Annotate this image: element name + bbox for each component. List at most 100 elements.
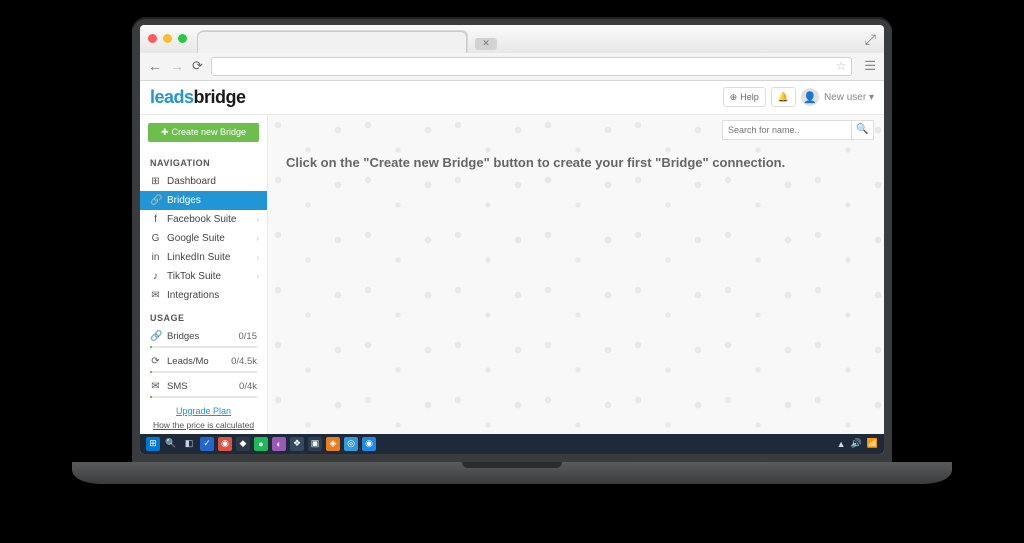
usage-bar (150, 371, 257, 373)
nav-integrations[interactable]: ✉ Integrations (140, 286, 267, 305)
main-content: 🔍 Click on the "Create new Bridge" butto… (268, 115, 884, 434)
facebook-icon: f (150, 214, 161, 225)
link-icon: 🔗 (150, 195, 161, 206)
nav-label: Integrations (167, 290, 219, 301)
nav-label: Facebook Suite (167, 214, 237, 225)
app-body: ✚ Create new Bridge NAVIGATION ⊞ Dashboa… (140, 115, 884, 434)
laptop-base (72, 462, 952, 484)
network-icon[interactable]: 📶 (867, 438, 878, 449)
nav-bridges[interactable]: 🔗 Bridges (140, 191, 267, 210)
search-input[interactable] (722, 120, 852, 140)
price-info-link[interactable]: How the price is calculated (140, 420, 267, 434)
bookmark-icon[interactable]: ☆ (836, 59, 847, 73)
search-button[interactable]: 🔍 (852, 120, 874, 140)
mail-icon: ✉ (150, 381, 161, 392)
notifications-button[interactable]: 🔔 (771, 87, 796, 107)
user-icon: 👤 (803, 91, 817, 104)
create-bridge-button[interactable]: ✚ Create new Bridge (148, 123, 259, 142)
fullscreen-icon[interactable]: ⤢ (865, 31, 876, 48)
system-tray: ▲ 🔊 📶 (837, 438, 878, 449)
bell-icon: 🔔 (778, 92, 789, 103)
chevron-right-icon: › (256, 234, 259, 243)
user-label: New user (824, 92, 866, 103)
chevron-right-icon: › (256, 253, 259, 262)
os-taskbar: ⊞ 🔍 ◧ ✓ ◉ ◆ ● ◐ ❖ ▣ ◈ ◎ ◉ ▲ 🔊 📶 (140, 434, 884, 454)
start-button[interactable]: ⊞ (146, 437, 160, 451)
chevron-down-icon: ▾ (869, 92, 874, 103)
app-header: leadsbridge ⊕ Help 🔔 👤 (140, 81, 884, 115)
usage-label: Bridges (167, 331, 199, 342)
screen-bezel: ✕ ⤢ ← → ⟳ ☆ ☰ leadsbridge (132, 17, 892, 462)
taskbar-app[interactable]: ◈ (326, 437, 340, 451)
nav-tiktok[interactable]: ♪ TikTok Suite › (140, 267, 267, 286)
tiktok-icon: ♪ (150, 271, 161, 282)
taskbar-app[interactable]: ◉ (362, 437, 376, 451)
usage-label: SMS (167, 381, 188, 392)
taskbar-app[interactable]: ● (254, 437, 268, 451)
nav-google[interactable]: G Google Suite › (140, 229, 267, 248)
taskbar-app[interactable]: ◉ (218, 437, 232, 451)
sidebar: ✚ Create new Bridge NAVIGATION ⊞ Dashboa… (140, 115, 268, 434)
brand-part2: bridge (194, 87, 246, 107)
nav-facebook[interactable]: f Facebook Suite › (140, 210, 267, 229)
chevron-right-icon: › (256, 272, 259, 281)
nav-label: LinkedIn Suite (167, 252, 230, 263)
task-view-icon[interactable]: ◧ (182, 437, 196, 451)
empty-state-message: Click on the "Create new Bridge" button … (268, 145, 884, 180)
nav-label: Dashboard (167, 176, 216, 187)
usage-bridges: 🔗 Bridges 0/15 (140, 327, 267, 346)
address-bar[interactable]: ☆ (211, 57, 852, 76)
linkedin-icon: in (150, 252, 161, 263)
usage-bar (150, 396, 257, 398)
forward-button[interactable]: → (170, 58, 184, 74)
chevron-right-icon: › (256, 215, 259, 224)
usage-sms: ✉ SMS 0/4k (140, 377, 267, 396)
tray-icon[interactable]: ▲ (837, 439, 846, 449)
application: leadsbridge ⊕ Help 🔔 👤 (140, 81, 884, 434)
new-tab-button[interactable]: ✕ (475, 38, 497, 50)
taskbar-app[interactable]: ✓ (200, 437, 214, 451)
help-icon: ⊕ (730, 92, 738, 103)
usage-value: 0/15 (239, 331, 258, 342)
usage-value: 0/4k (239, 381, 257, 392)
nav-label: TikTok Suite (167, 271, 221, 282)
user-menu[interactable]: New user ▾ (824, 92, 874, 103)
taskbar-app[interactable]: ◆ (236, 437, 250, 451)
create-label: Create new Bridge (172, 127, 247, 137)
taskbar-search-icon[interactable]: 🔍 (164, 437, 178, 451)
upgrade-plan-link[interactable]: Upgrade Plan (140, 402, 267, 420)
back-button[interactable]: ← (148, 58, 162, 74)
search-icon: 🔍 (856, 124, 868, 135)
screen: ✕ ⤢ ← → ⟳ ☆ ☰ leadsbridge (140, 25, 884, 454)
plus-icon: ✚ (161, 127, 169, 138)
usage-section-title: USAGE (140, 305, 267, 327)
volume-icon[interactable]: 🔊 (851, 438, 862, 449)
taskbar-app[interactable]: ▣ (308, 437, 322, 451)
avatar[interactable]: 👤 (801, 88, 819, 106)
nav-section-title: NAVIGATION (140, 150, 267, 172)
header-actions: ⊕ Help 🔔 👤 New user ▾ (723, 87, 874, 107)
brand-part1: leads (150, 87, 194, 107)
browser-tab[interactable] (197, 31, 467, 53)
nav-label: Bridges (167, 195, 201, 206)
browser-tab-strip: ✕ ⤢ (140, 25, 884, 53)
taskbar-app[interactable]: ◎ (344, 437, 358, 451)
help-label: Help (740, 92, 759, 102)
close-icon[interactable] (148, 34, 157, 43)
usage-bar (150, 346, 257, 348)
taskbar-app[interactable]: ◐ (272, 437, 286, 451)
content-toolbar: 🔍 (268, 115, 884, 145)
usage-value: 0/4.5k (231, 356, 257, 367)
refresh-icon: ⟳ (150, 356, 161, 367)
nav-dashboard[interactable]: ⊞ Dashboard (140, 172, 267, 191)
usage-leads: ⟳ Leads/Mo 0/4.5k (140, 352, 267, 371)
link-icon: 🔗 (150, 331, 161, 342)
maximize-icon[interactable] (178, 34, 187, 43)
browser-menu-icon[interactable]: ☰ (864, 58, 876, 74)
taskbar-app[interactable]: ❖ (290, 437, 304, 451)
help-button[interactable]: ⊕ Help (723, 87, 766, 107)
reload-button[interactable]: ⟳ (192, 58, 203, 74)
minimize-icon[interactable] (163, 34, 172, 43)
brand-logo[interactable]: leadsbridge (150, 87, 246, 108)
nav-linkedin[interactable]: in LinkedIn Suite › (140, 248, 267, 267)
